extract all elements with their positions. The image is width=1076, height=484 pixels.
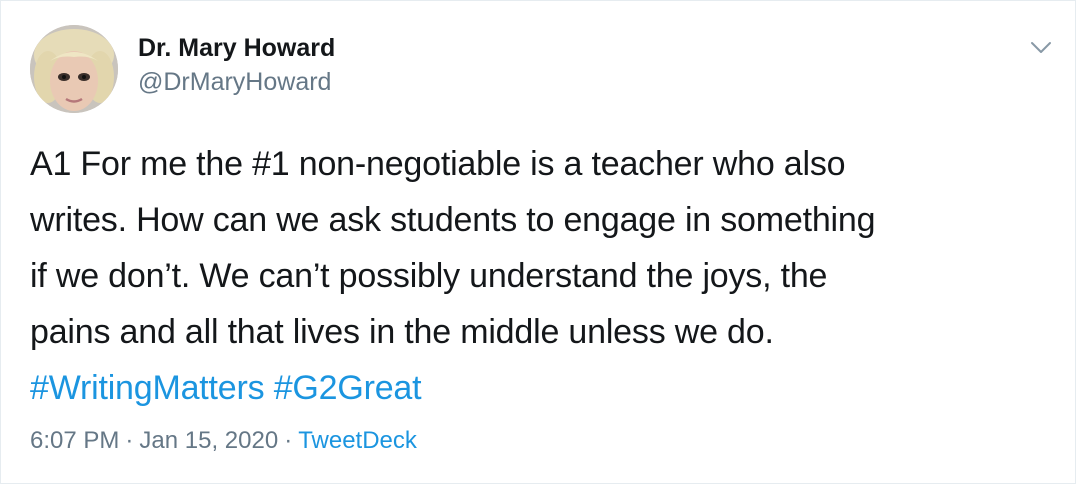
tweet-source-link[interactable]: TweetDeck bbox=[298, 427, 417, 454]
author-handle[interactable]: @DrMaryHoward bbox=[138, 68, 331, 97]
avatar[interactable] bbox=[30, 25, 118, 113]
author-display-name[interactable]: Dr. Mary Howard bbox=[138, 34, 335, 63]
avatar-image bbox=[30, 25, 118, 113]
hashtag-link[interactable]: #G2Great bbox=[274, 369, 422, 407]
tweet-text: A1 For me the #1 non-negotiable is a tea… bbox=[30, 136, 1055, 416]
tweet-time[interactable]: 6:07 PM bbox=[30, 427, 119, 454]
tweet-date[interactable]: Jan 15, 2020 bbox=[139, 427, 278, 454]
tweet-text-line: A1 For me the #1 non-negotiable is a tea… bbox=[30, 145, 846, 183]
hashtags-line: #WritingMatters #G2Great bbox=[30, 360, 1055, 416]
tweet-card: Dr. Mary Howard @DrMaryHoward A1 For me … bbox=[0, 0, 1076, 484]
chevron-down-icon bbox=[1031, 42, 1051, 53]
meta-separator: · bbox=[284, 427, 293, 454]
tweet-menu-button[interactable] bbox=[1024, 31, 1058, 65]
tweet-meta: 6:07 PM · Jan 15, 2020 · TweetDeck bbox=[30, 427, 417, 455]
tweet-text-line: pains and all that lives in the middle u… bbox=[30, 313, 774, 351]
meta-separator: · bbox=[125, 427, 134, 454]
hashtag-link[interactable]: #WritingMatters bbox=[30, 369, 265, 407]
tweet-text-line: writes. How can we ask students to engag… bbox=[30, 201, 876, 239]
tweet-text-line: if we don’t. We can’t possibly understan… bbox=[30, 257, 828, 295]
